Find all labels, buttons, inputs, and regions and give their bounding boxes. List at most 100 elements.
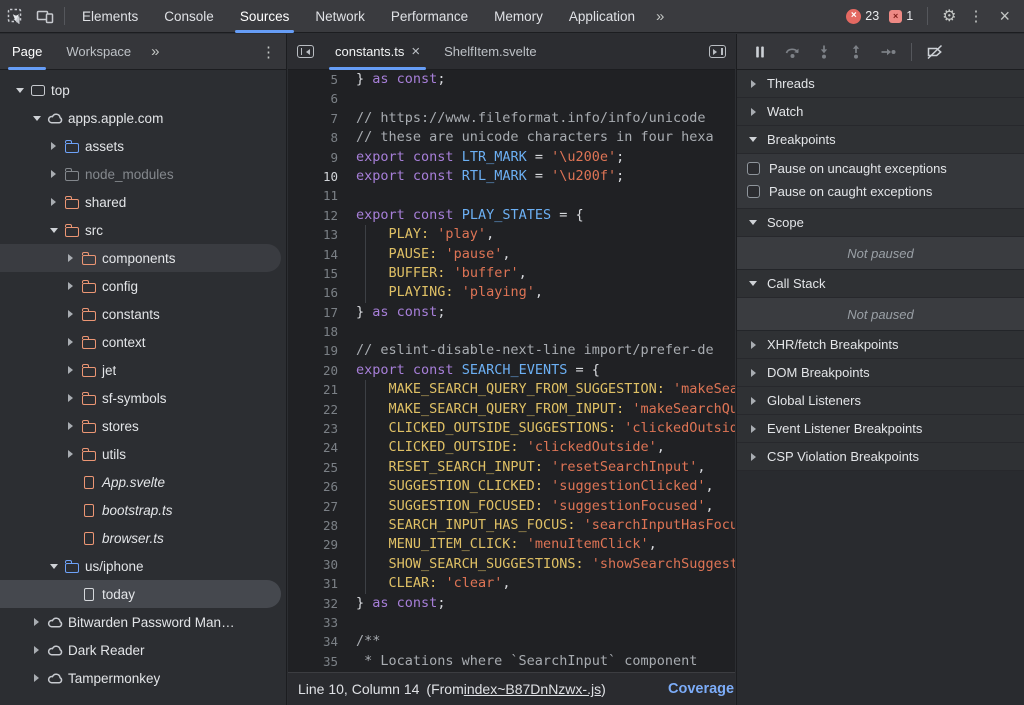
step-into-button[interactable]: [811, 39, 837, 65]
line-number[interactable]: 26: [288, 477, 338, 496]
line-number[interactable]: 15: [288, 264, 338, 283]
chevron-down-icon[interactable]: [29, 116, 44, 121]
line-number[interactable]: 25: [288, 458, 338, 477]
tree-item-stores[interactable]: stores: [0, 412, 286, 440]
section-call-stack[interactable]: Call Stack: [737, 270, 1024, 298]
tree-item-utils[interactable]: utils: [0, 440, 286, 468]
line-number[interactable]: 17: [288, 303, 338, 322]
settings-gear-icon[interactable]: ⚙: [942, 6, 956, 26]
line-number[interactable]: 8: [288, 128, 338, 147]
line-number[interactable]: 7: [288, 109, 338, 128]
chevron-down-icon[interactable]: [46, 228, 61, 233]
section-threads[interactable]: Threads: [737, 70, 1024, 98]
chevron-right-icon[interactable]: [63, 338, 78, 346]
tree-item-bitwarden-password-man[interactable]: Bitwarden Password Man…: [0, 608, 286, 636]
panel-tab-memory[interactable]: Memory: [481, 0, 556, 33]
panel-tab-elements[interactable]: Elements: [69, 0, 151, 33]
navigator-menu-kebab-icon[interactable]: ⋮: [259, 43, 286, 61]
chevron-right-icon[interactable]: [63, 366, 78, 374]
step-over-button[interactable]: [779, 39, 805, 65]
line-number[interactable]: 35: [288, 652, 338, 671]
line-number[interactable]: 20: [288, 361, 338, 380]
line-number[interactable]: 31: [288, 574, 338, 593]
tree-item-src[interactable]: src: [0, 216, 286, 244]
chevron-right-icon[interactable]: [63, 450, 78, 458]
device-toolbar-icon[interactable]: [30, 0, 60, 33]
tree-item-today[interactable]: today: [0, 580, 281, 608]
panel-tab-console[interactable]: Console: [151, 0, 227, 33]
tree-item-components[interactable]: components: [0, 244, 281, 272]
pause-script-button[interactable]: [747, 39, 773, 65]
inspect-element-icon[interactable]: [0, 0, 30, 33]
tree-item-node-modules[interactable]: node_modules: [0, 160, 286, 188]
section-scope[interactable]: Scope: [737, 209, 1024, 237]
line-number[interactable]: 18: [288, 322, 338, 341]
line-number[interactable]: 5: [288, 70, 338, 89]
chevron-right-icon[interactable]: [29, 646, 44, 654]
chevron-right-icon[interactable]: [46, 170, 61, 178]
section-watch[interactable]: Watch: [737, 98, 1024, 126]
line-number[interactable]: 22: [288, 400, 338, 419]
tree-item-context[interactable]: context: [0, 328, 286, 356]
tree-item-apps-apple-com[interactable]: apps.apple.com: [0, 104, 286, 132]
tree-item-constants[interactable]: constants: [0, 300, 286, 328]
more-navigator-tabs-icon[interactable]: »: [143, 43, 167, 60]
line-number[interactable]: 9: [288, 148, 338, 167]
chevron-right-icon[interactable]: [46, 142, 61, 150]
chevron-right-icon[interactable]: [63, 254, 78, 262]
editor-tab-shelfitem-svelte[interactable]: ShelfItem.svelte: [432, 34, 549, 70]
step-button[interactable]: [875, 39, 901, 65]
deactivate-breakpoints-icon[interactable]: [922, 39, 948, 65]
checkbox-unchecked[interactable]: [747, 185, 760, 198]
chevron-right-icon[interactable]: [63, 282, 78, 290]
line-number[interactable]: 6: [288, 89, 338, 108]
tree-item-browser-ts[interactable]: browser.ts: [0, 524, 286, 552]
line-number[interactable]: 12: [288, 206, 338, 225]
tree-item-us-iphone[interactable]: us/iphone: [0, 552, 286, 580]
section-breakpoints[interactable]: Breakpoints: [737, 126, 1024, 154]
chevron-down-icon[interactable]: [46, 564, 61, 569]
tab-page[interactable]: Page: [0, 34, 54, 70]
panel-tab-sources[interactable]: Sources: [227, 0, 303, 33]
step-out-button[interactable]: [843, 39, 869, 65]
chevron-right-icon[interactable]: [46, 198, 61, 206]
hide-debugger-icon[interactable]: [709, 45, 726, 58]
line-number[interactable]: 19: [288, 341, 338, 360]
checkbox-row-pause-on-caught-exceptions[interactable]: Pause on caught exceptions: [737, 180, 1024, 203]
source-map-file-link[interactable]: index~B87DnNzwx-.js: [464, 681, 601, 697]
line-number[interactable]: 14: [288, 245, 338, 264]
more-panels-icon[interactable]: »: [648, 8, 672, 25]
chevron-right-icon[interactable]: [29, 618, 44, 626]
panel-tab-network[interactable]: Network: [302, 0, 378, 33]
line-number[interactable]: 34: [288, 632, 338, 651]
line-number[interactable]: 33: [288, 613, 338, 632]
line-number[interactable]: 23: [288, 419, 338, 438]
checkbox-row-pause-on-uncaught-exceptions[interactable]: Pause on uncaught exceptions: [737, 157, 1024, 180]
panel-tab-performance[interactable]: Performance: [378, 0, 481, 33]
main-menu-kebab-icon[interactable]: ⋮: [966, 7, 985, 25]
tree-item-jet[interactable]: jet: [0, 356, 286, 384]
section-event-listener-breakpoints[interactable]: Event Listener Breakpoints: [737, 415, 1024, 443]
panel-tab-application[interactable]: Application: [556, 0, 648, 33]
line-number[interactable]: 29: [288, 535, 338, 554]
tree-item-bootstrap-ts[interactable]: bootstrap.ts: [0, 496, 286, 524]
tree-item-tampermonkey[interactable]: Tampermonkey: [0, 664, 286, 692]
line-number[interactable]: 24: [288, 438, 338, 457]
tree-item-app-svelte[interactable]: App.svelte: [0, 468, 286, 496]
chevron-down-icon[interactable]: [12, 88, 27, 93]
line-number[interactable]: 30: [288, 555, 338, 574]
tree-item-top[interactable]: top: [0, 76, 286, 104]
chevron-right-icon[interactable]: [63, 394, 78, 402]
tree-item-shared[interactable]: shared: [0, 188, 286, 216]
section-dom-breakpoints[interactable]: DOM Breakpoints: [737, 359, 1024, 387]
section-csp-violation-breakpoints[interactable]: CSP Violation Breakpoints: [737, 443, 1024, 471]
line-number[interactable]: 16: [288, 283, 338, 302]
tab-workspace[interactable]: Workspace: [54, 34, 143, 70]
chevron-right-icon[interactable]: [63, 422, 78, 430]
close-devtools-icon[interactable]: ×: [995, 6, 1014, 27]
tree-item-dark-reader[interactable]: Dark Reader: [0, 636, 286, 664]
section-xhr-fetch-breakpoints[interactable]: XHR/fetch Breakpoints: [737, 331, 1024, 359]
close-tab-icon[interactable]: ×: [411, 43, 420, 60]
tree-item-config[interactable]: config: [0, 272, 286, 300]
tree-item-assets[interactable]: assets: [0, 132, 286, 160]
